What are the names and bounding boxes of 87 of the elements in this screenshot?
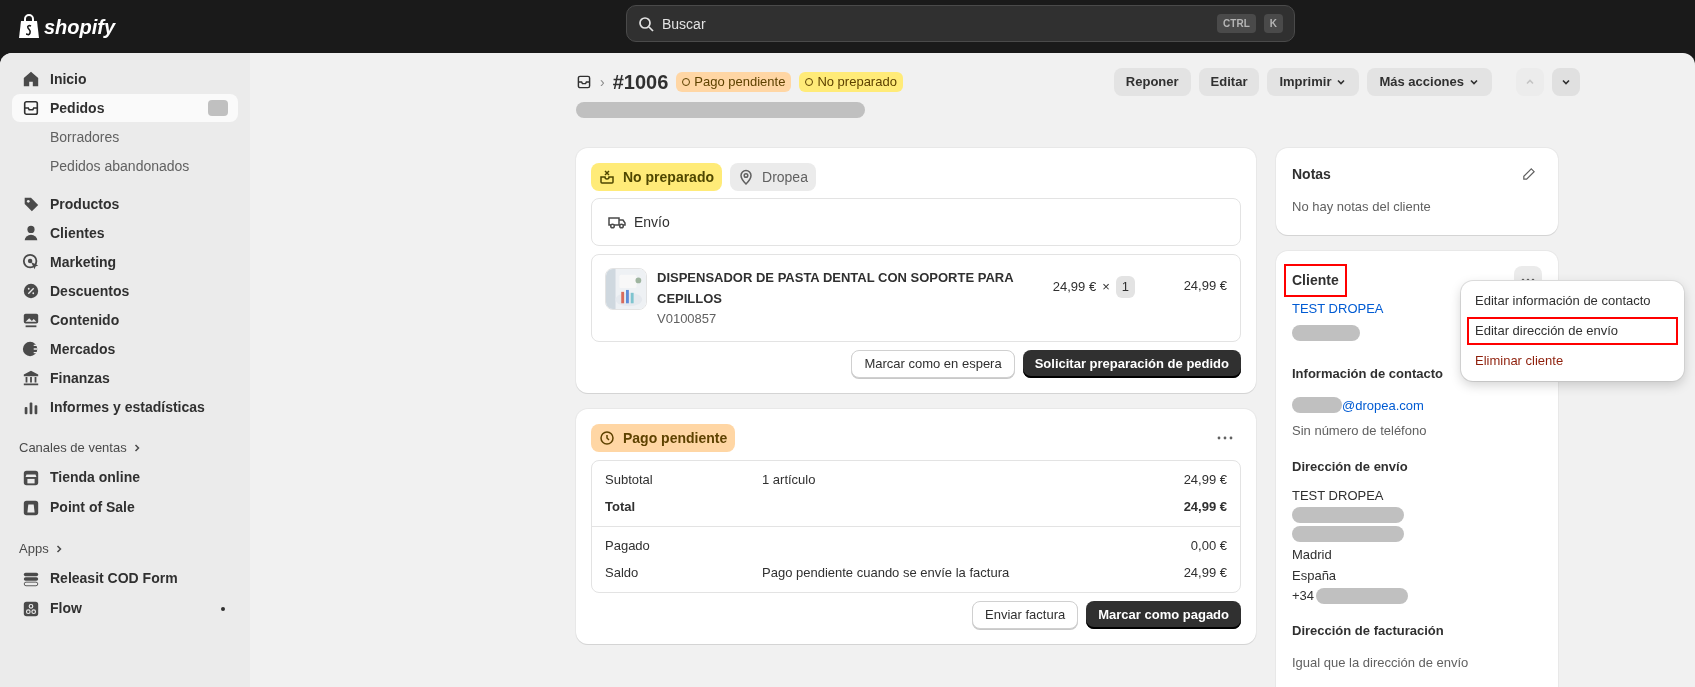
action-button[interactable]: Editar xyxy=(1198,68,1260,96)
sidebar-item[interactable]: Informes y estadísticas xyxy=(12,393,238,421)
phone-text: Sin número de teléfono xyxy=(1292,422,1428,440)
sidebar-item[interactable]: Contenido xyxy=(12,306,238,334)
truck-icon xyxy=(608,215,626,229)
status-badge: Pago pendiente xyxy=(676,72,792,92)
store-icon xyxy=(22,468,40,487)
line-total: 24,99 € xyxy=(1182,277,1227,295)
sidebar-item[interactable]: Tienda online xyxy=(12,463,238,492)
product-sku: V0100857 xyxy=(657,310,718,328)
primary-button[interactable]: Solicitar preparación de pedido xyxy=(1022,350,1241,378)
secondary-button[interactable]: Marcar como en espera xyxy=(851,350,1015,378)
logo[interactable]: shopify xyxy=(18,11,116,42)
quantity-badge: 1 xyxy=(1115,276,1135,298)
section-title: Información de contacto xyxy=(1292,365,1444,383)
summary-label: Subtotal xyxy=(605,471,654,490)
menu-item[interactable]: Editar dirección de envío xyxy=(1467,316,1678,345)
secondary-button[interactable]: Enviar factura xyxy=(972,601,1079,629)
summary-amount: 24,99 € xyxy=(1183,564,1227,583)
sidebar-subitem[interactable]: Borradores xyxy=(12,123,238,151)
unit-price: 24,99 € xyxy=(1052,278,1097,296)
sidebar-subitem[interactable]: Pedidos abandonados xyxy=(12,152,238,180)
address-line: +34 xyxy=(1292,587,1315,606)
target-icon xyxy=(22,253,40,271)
action-button[interactable]: Imprimir xyxy=(1267,68,1360,96)
menu-item[interactable]: Eliminar cliente xyxy=(1467,346,1678,375)
pencil-icon[interactable] xyxy=(1521,167,1536,182)
flow-icon xyxy=(22,599,40,618)
order-number: #1006 xyxy=(612,70,669,95)
bank-icon xyxy=(22,369,40,387)
search-icon xyxy=(638,16,654,32)
section-title: Dirección de envío xyxy=(1292,457,1409,476)
shortcut-key: CTRL xyxy=(1217,14,1256,33)
more-icon[interactable] xyxy=(1217,436,1233,440)
location-badge: Dropea xyxy=(730,163,816,191)
sidebar-item[interactable]: Flow xyxy=(12,594,238,623)
image-icon xyxy=(22,311,40,329)
summary-amount: 24,99 € xyxy=(1183,471,1227,490)
section-heading[interactable]: Canales de ventas xyxy=(12,434,238,462)
product-title[interactable]: DISPENSADOR DE PASTA DENTAL CON SOPORTE PARA CEPILLOS xyxy=(657,267,1017,309)
sidebar-item[interactable]: Point of Sale xyxy=(12,493,238,522)
sidebar-item[interactable]: Descuentos xyxy=(12,277,238,305)
clock-icon xyxy=(599,430,615,446)
breadcrumb-separator: › xyxy=(600,72,605,92)
summary-label: Saldo xyxy=(605,564,640,583)
tag-icon xyxy=(22,195,40,213)
status-badge: No preparado xyxy=(799,72,903,92)
inbox-icon[interactable] xyxy=(576,74,592,90)
status-badge: No preparado xyxy=(591,163,722,191)
billing-text: Igual que la dirección de envío xyxy=(1292,653,1470,672)
sidebar-item[interactable]: Clientes xyxy=(12,219,238,247)
sidebar-item[interactable]: Mercados xyxy=(12,335,238,363)
redacted-bar xyxy=(1292,397,1342,414)
sidebar-item[interactable]: Marketing xyxy=(12,248,238,276)
primary-button[interactable]: Marcar como pagado xyxy=(1086,601,1241,629)
inbox-icon xyxy=(22,99,40,117)
summary-amount: 24,99 € xyxy=(1183,498,1227,517)
multiply-sign: × xyxy=(1102,278,1110,296)
home-icon xyxy=(22,70,40,88)
sidebar-item[interactable]: Productos xyxy=(12,190,238,218)
summary-label: Total xyxy=(605,498,637,517)
sidebar-item[interactable]: Pedidos xyxy=(12,94,238,122)
summary-detail: 1 artículo xyxy=(762,472,816,488)
sidebar-item[interactable]: Inicio xyxy=(12,65,238,93)
discount-icon xyxy=(22,282,40,300)
address-line: TEST DROPEA xyxy=(1292,487,1385,504)
card-title: Cliente xyxy=(1284,263,1347,297)
delivery-method: Envío xyxy=(634,212,670,232)
notes-text: No hay notas del cliente xyxy=(1292,198,1432,216)
menu-item[interactable]: Editar información de contacto xyxy=(1467,286,1678,315)
person-icon xyxy=(22,224,40,242)
sidebar-item[interactable]: Finanzas xyxy=(12,364,238,392)
status-badge: Pago pendiente xyxy=(591,424,736,452)
shopping-bag-icon xyxy=(18,13,40,40)
address-line: Madrid xyxy=(1292,546,1333,563)
section-title: Dirección de facturación xyxy=(1292,622,1445,640)
action-button[interactable]: Reponer xyxy=(1113,68,1191,96)
summary-detail: Pago pendiente cuando se envíe la factura xyxy=(762,565,1010,581)
email-link[interactable]: @dropea.com xyxy=(1342,395,1424,415)
address-line: España xyxy=(1292,567,1338,584)
summary-amount: 0,00 € xyxy=(1190,537,1227,556)
sidebar-item[interactable]: Releasit COD Form xyxy=(12,564,238,593)
action-button[interactable]: Más acciones xyxy=(1367,68,1492,96)
section-heading[interactable]: Apps xyxy=(12,535,238,563)
card-title: Notas xyxy=(1292,165,1331,184)
summary-label: Pagado xyxy=(605,537,651,556)
redacted-bar xyxy=(1292,325,1360,341)
